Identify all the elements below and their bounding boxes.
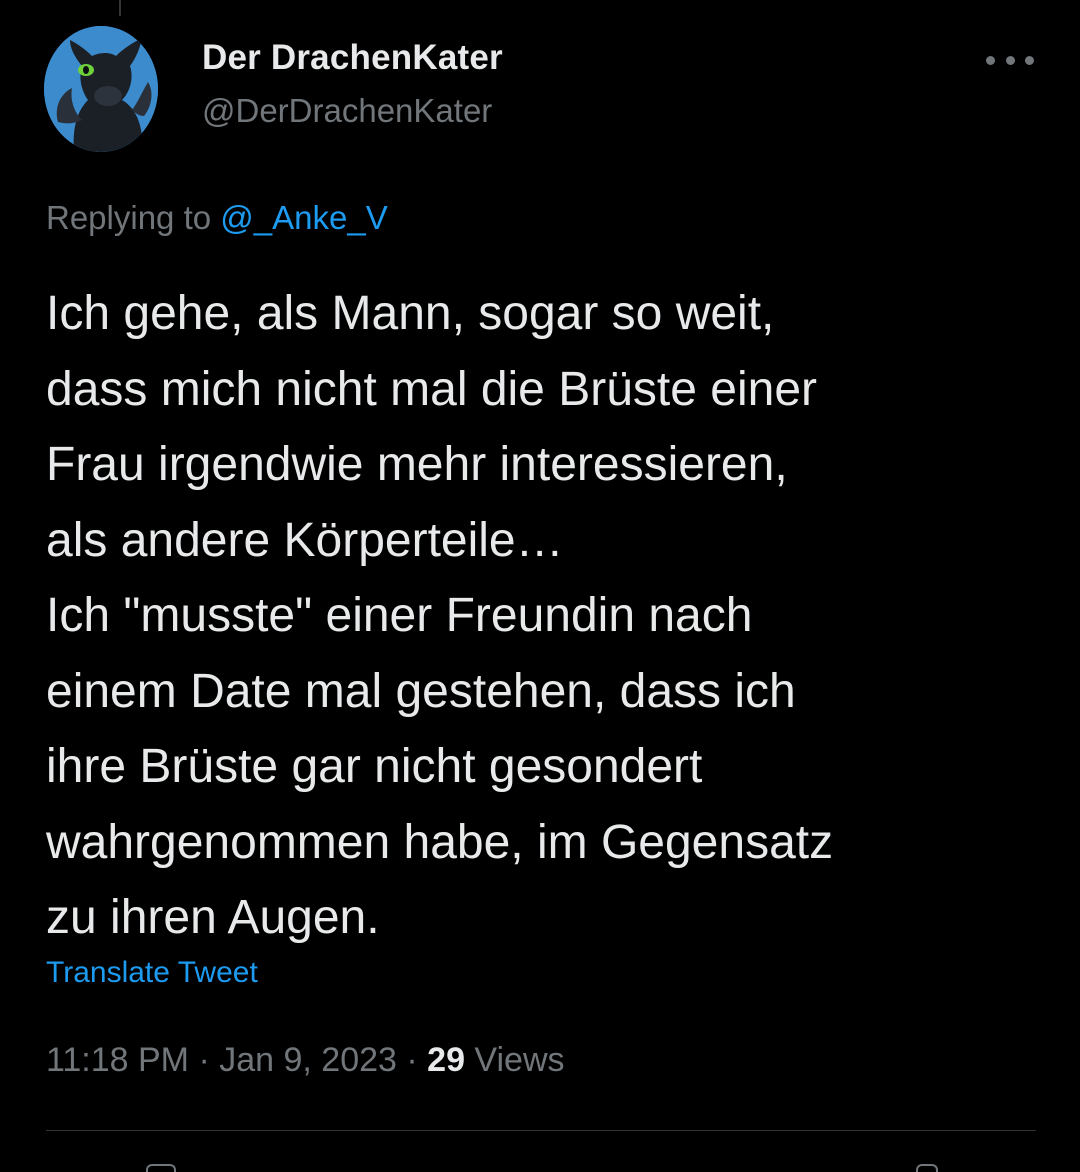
author-handle[interactable]: @DerDrachenKater: [202, 92, 492, 130]
tweet-time[interactable]: 11:18 PM: [46, 1041, 189, 1079]
thread-connector-line: [119, 0, 121, 16]
more-dot: [1025, 55, 1034, 65]
reply-mention-link[interactable]: @_Anke_V: [220, 199, 387, 236]
tweet-date[interactable]: Jan 9, 2023: [219, 1041, 397, 1079]
tweet-line: wahrgenommen habe, im Gegensatz: [46, 815, 834, 869]
more-dot: [986, 55, 995, 65]
tweet-line: einem Date mal gestehen, dass ich: [46, 664, 796, 718]
author-display-name[interactable]: Der DrachenKater: [202, 38, 503, 78]
tweet-line: Ich gehe, als Mann, sogar so weit,: [46, 287, 775, 340]
avatar[interactable]: [44, 26, 158, 152]
views-label: Views: [464, 1041, 565, 1079]
meta-separator: ·: [396, 1041, 428, 1079]
tweet-line: ihre Brüste gar nicht gesondert: [46, 740, 703, 793]
more-dot: [1005, 55, 1015, 65]
tweet-text: Ich gehe, als Mann, sogar so weit, dass …: [46, 276, 1056, 956]
tweet-line: Ich "musste" einer Freundin nach: [46, 589, 753, 642]
reply-icon[interactable]: [146, 1164, 176, 1172]
share-icon[interactable]: [916, 1164, 938, 1172]
replying-to-prefix: Replying to: [46, 199, 221, 236]
more-horizontal-icon[interactable]: [986, 48, 1034, 72]
tweet-meta: 11:18 PM · Jan 9, 2023 · 29 Views: [46, 1041, 565, 1080]
tweet-line: zu ihren Augen.: [46, 891, 380, 944]
tweet-line: dass mich nicht mal die Brüste einer: [46, 362, 817, 416]
translate-tweet-link[interactable]: Translate Tweet: [46, 956, 258, 990]
meta-separator: ·: [189, 1041, 220, 1079]
replying-to: Replying to @_Anke_V: [46, 199, 388, 237]
views-count: 29: [427, 1041, 465, 1079]
divider: [46, 1130, 1036, 1131]
tweet-line: als andere Körperteile…: [46, 513, 564, 567]
dragon-avatar-icon: [44, 26, 158, 152]
tweet-line: Frau irgendwie mehr interessieren,: [46, 438, 788, 491]
